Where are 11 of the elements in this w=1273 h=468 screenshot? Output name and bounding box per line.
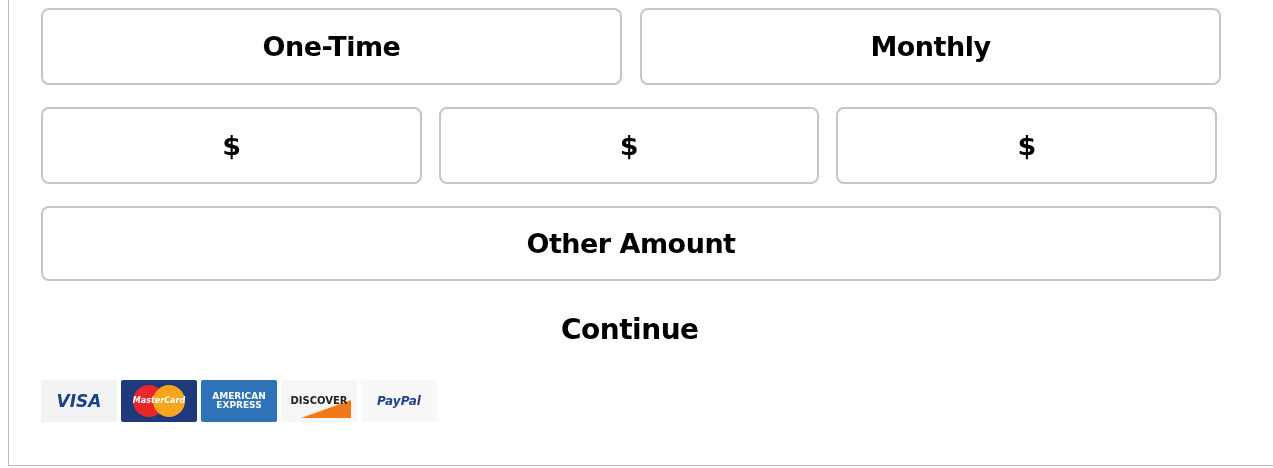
frequency-button[interactable]: One-Time (41, 8, 622, 85)
card-logo: DISCOVER (281, 380, 357, 422)
card-logo: AMERICAN EXPRESS (201, 380, 277, 422)
continue-button[interactable]: Continue (561, 313, 699, 346)
card-logo: VISA (41, 380, 117, 422)
paypal-logo: PayPal (361, 380, 437, 422)
amount-button[interactable]: $ (438, 107, 820, 184)
amount-button[interactable]: $ (41, 107, 422, 184)
other-amount-button[interactable]: Other Amount (41, 206, 1221, 281)
frequency-button[interactable]: Monthly (640, 8, 1221, 85)
amount-button[interactable]: $ (836, 107, 1217, 184)
